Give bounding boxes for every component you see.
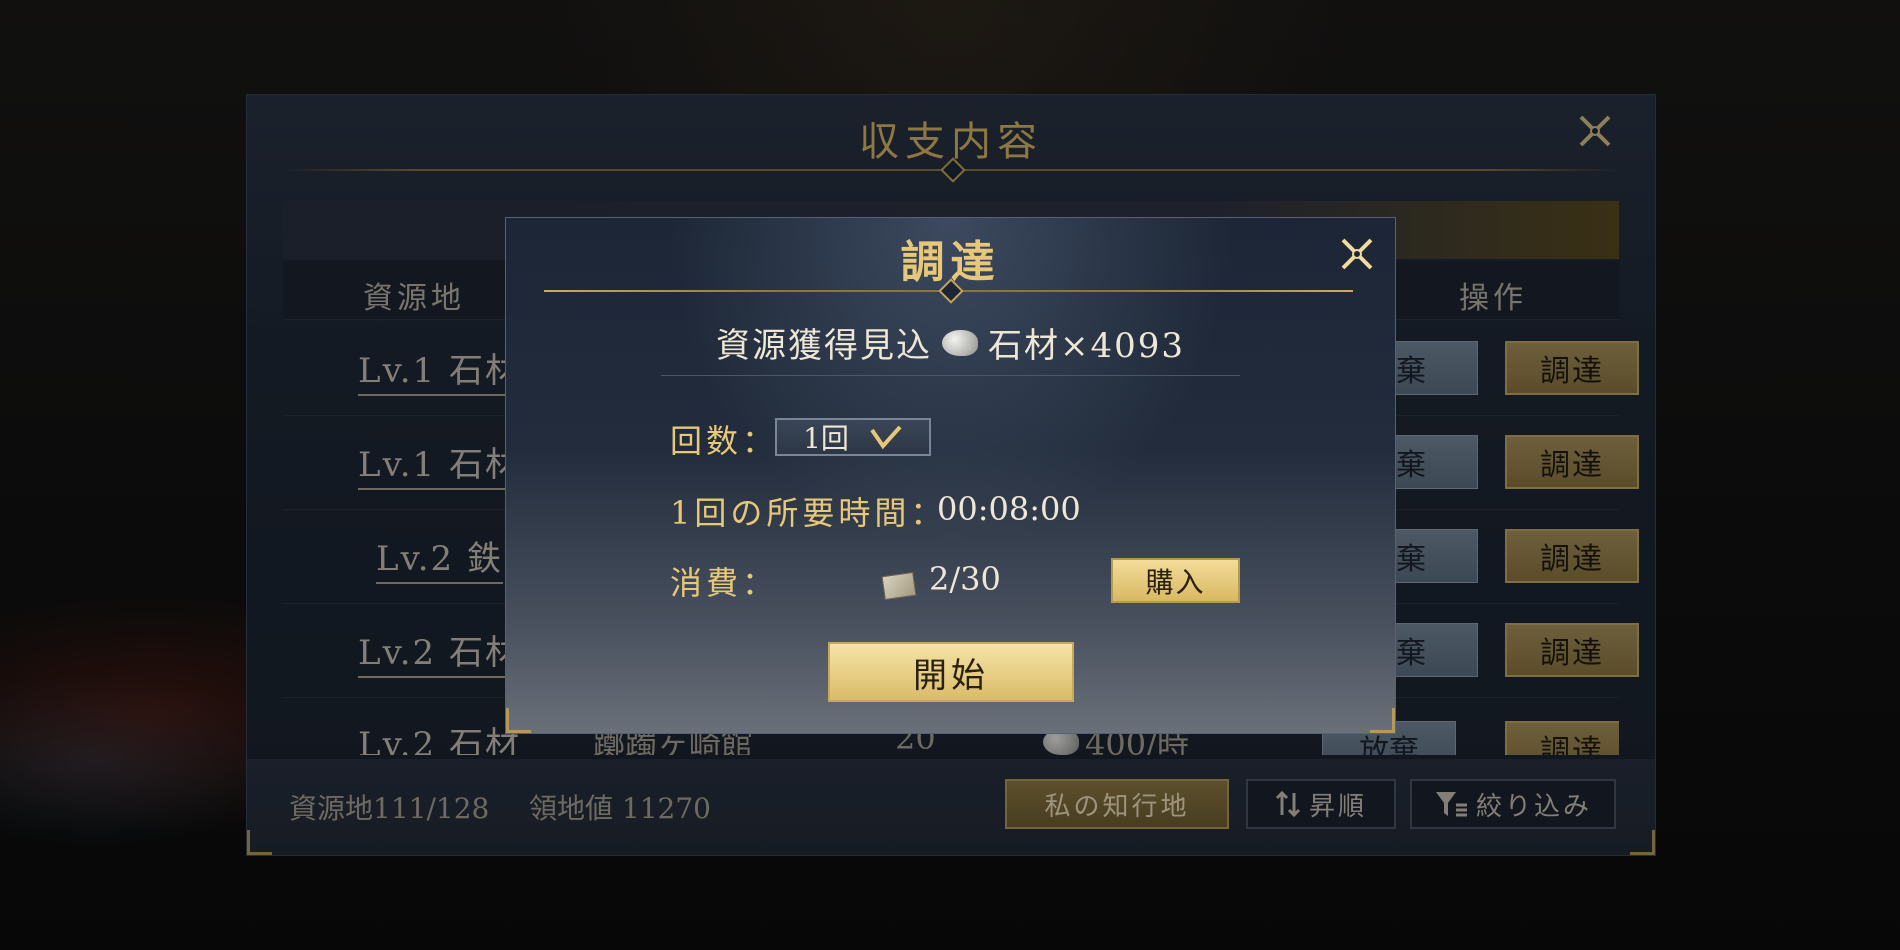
close-icon[interactable] [1335,232,1379,276]
corner-ornament [1370,708,1395,733]
count-dropdown[interactable]: 1回 [775,418,931,456]
chevron-down-icon [870,425,902,450]
corner-ornament [506,708,531,733]
ticket-icon [881,571,917,601]
count-label: 回数： [670,422,779,460]
count-value: 1回 [803,422,849,455]
expected-label: 資源獲得見込 [715,326,932,366]
consume-label: 消費： [670,564,779,602]
divider [661,375,1240,376]
procure-dialog: 調達 資源獲得見込 石材×4093 回数： 1回 1回の所要時間： 00:08:… [505,217,1396,734]
title-divider [544,278,1353,304]
expected-resources: 資源獲得見込 石材×4093 [506,318,1395,367]
consume-value: 2/30 [929,560,1001,598]
time-label: 1回の所要時間： [670,494,947,532]
start-button[interactable]: 開始 [828,642,1074,702]
time-value: 00:08:00 [937,490,1081,528]
buy-button[interactable]: 購入 [1111,558,1240,603]
stone-icon [941,329,978,356]
expected-item: 石材×4093 [987,326,1185,366]
